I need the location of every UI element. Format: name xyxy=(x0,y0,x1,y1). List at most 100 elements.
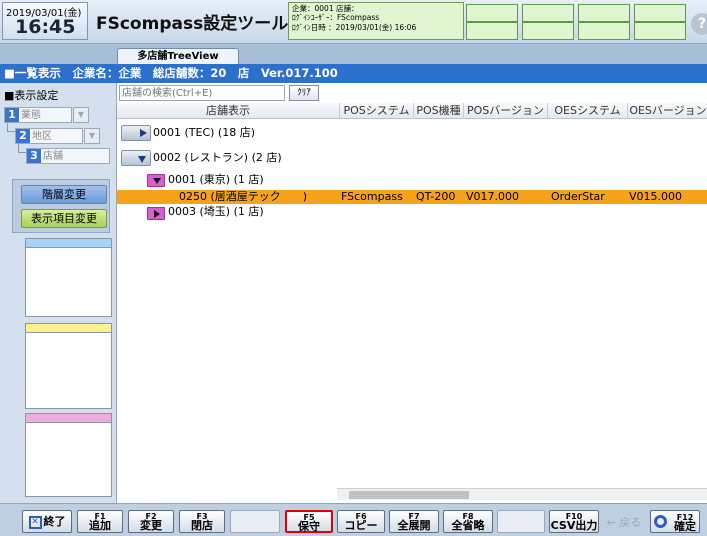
level-2-label: 地区 xyxy=(32,131,52,142)
status-cell xyxy=(578,4,630,22)
col-oes-version[interactable]: OESバージョン xyxy=(627,103,707,119)
change-columns-button[interactable]: 表示項目変更 xyxy=(21,209,107,228)
login-time-line: ﾛｸﾞｲﾝ日時 ：2019/03/01(金) 16:06 xyxy=(292,22,417,32)
status-cell xyxy=(634,22,686,40)
level-1-select[interactable]: 1 業態 ▼ xyxy=(4,107,89,123)
f12-confirm-button[interactable]: F12 確定 xyxy=(650,510,700,533)
f10-label: CSV出力 xyxy=(550,519,598,532)
store-tree-grid: ｸﾘｱ 店舗表示 POSシステム POS機種 POSバージョン OESシステム … xyxy=(116,83,707,503)
col-pos-version[interactable]: POSバージョン xyxy=(463,103,547,119)
col-store-display[interactable]: 店舗表示 xyxy=(117,103,339,119)
cell-pos-model: QT-200 xyxy=(416,190,456,203)
f2-edit-button[interactable]: F2 変更 xyxy=(128,510,174,533)
f12-label: 確定 xyxy=(674,520,696,533)
back-button[interactable]: ← 戻る xyxy=(602,510,646,533)
f1-label: 追加 xyxy=(89,519,111,532)
tree-node-label: 0003 (埼玉) (1 店) xyxy=(168,205,264,218)
tree-node-label: 0001 (TEC) (18 店) xyxy=(153,126,255,139)
col-pos-model[interactable]: POS機種 xyxy=(413,103,463,119)
expand-expanded-icon[interactable] xyxy=(121,150,151,166)
col-oes-system[interactable]: OESシステム xyxy=(547,103,627,119)
exit-label: 終了 xyxy=(43,515,66,528)
f8-collapse-all-button[interactable]: F8 全省略 xyxy=(443,510,493,533)
f1-add-button[interactable]: F1 追加 xyxy=(77,510,123,533)
cell-oes-version: V015.000 xyxy=(629,190,683,203)
exit-button[interactable]: ✕ 終了 xyxy=(22,510,72,533)
level-1-number: 1 xyxy=(5,108,19,122)
status-cell xyxy=(522,4,574,22)
status-cell xyxy=(522,22,574,40)
cell-pos-system: FScompass xyxy=(341,190,403,203)
horizontal-scrollbar[interactable] xyxy=(337,488,707,500)
tree-row[interactable]: 0001 (東京) (1 店) xyxy=(117,170,707,190)
col-pos-system[interactable]: POSシステム xyxy=(339,103,413,119)
cell-oes-system: OrderStar xyxy=(551,190,605,203)
app-title: FScompass設定ツール xyxy=(96,14,289,34)
tree-elbow-icon xyxy=(7,123,15,132)
close-icon: ✕ xyxy=(28,515,42,529)
status-cell xyxy=(466,4,518,22)
scrollbar-thumb[interactable] xyxy=(349,491,469,499)
memo-bar xyxy=(26,414,111,423)
tree-row[interactable]: 0003 (埼玉) (1 店) xyxy=(117,204,707,224)
tree-elbow-icon xyxy=(18,144,26,153)
level-1-label: 業態 xyxy=(21,110,41,121)
f8-label: 全省略 xyxy=(451,519,485,532)
f9-empty-button xyxy=(497,510,545,533)
app-header: 2019/03/01(金) 16:45 FScompass設定ツール 企業：00… xyxy=(0,0,707,44)
folder-expanded-icon[interactable] xyxy=(147,174,165,187)
session-info: 企業：0001 店舗： ﾛｸﾞｲﾝﾕｰｻﾞｰ：FScompass ﾛｸﾞｲﾝ日時… xyxy=(288,2,464,40)
level-3-select[interactable]: 3 店舗 xyxy=(26,148,110,164)
store-search-input[interactable] xyxy=(119,85,285,101)
f7-label: 全展開 xyxy=(397,519,431,532)
tree-node-label: 0001 (東京) (1 店) xyxy=(168,173,264,186)
f4-empty-button xyxy=(230,510,280,533)
f5-label: 保守 xyxy=(298,520,320,533)
f7-expand-all-button[interactable]: F7 全展開 xyxy=(389,510,439,533)
side-button-group: 階層変更 表示項目変更 xyxy=(12,179,110,233)
level-3-label: 店舗 xyxy=(43,151,63,162)
tree-row[interactable]: 0002 (レストラン) (2 店) xyxy=(117,148,707,168)
current-time: 16:45 xyxy=(15,16,76,38)
f3-label: 閉店 xyxy=(191,519,213,532)
f5-maintenance-button[interactable]: F5 保守 xyxy=(285,510,333,533)
display-settings-label: ■表示設定 xyxy=(4,89,59,102)
folder-collapsed-icon[interactable] xyxy=(147,207,165,220)
confirm-circle-icon xyxy=(654,515,667,528)
level-3-number: 3 xyxy=(27,149,41,163)
tab-strip: 多店舗TreeView xyxy=(0,44,707,65)
expand-collapsed-icon[interactable] xyxy=(121,125,151,141)
f10-csv-export-button[interactable]: F10 CSV出力 xyxy=(549,510,599,533)
login-user-line: ﾛｸﾞｲﾝﾕｰｻﾞｰ：FScompass xyxy=(292,13,380,23)
chevron-down-icon[interactable]: ▼ xyxy=(73,107,89,123)
memo-panel-yellow[interactable] xyxy=(25,323,112,409)
function-key-bar: ✕ 終了 F1 追加 F2 変更 F3 閉店 F5 保守 F6 コピー F7 全展開 F8 全省… xyxy=(0,503,707,536)
memo-bar xyxy=(26,324,111,333)
change-hierarchy-button[interactable]: 階層変更 xyxy=(21,185,107,204)
memo-bar xyxy=(26,239,111,248)
tab-multistore-treeview[interactable]: 多店舗TreeView xyxy=(117,48,239,65)
column-header: 店舗表示 POSシステム POS機種 POSバージョン OESシステム OESバ… xyxy=(117,103,707,119)
company-store-line: 企業：0001 店舗： xyxy=(292,4,359,13)
clear-button[interactable]: ｸﾘｱ xyxy=(289,85,319,101)
cell-pos-version: V017.000 xyxy=(466,190,520,203)
summary-bar: ■一覧表示 企業名：企業 総店舗数：20 店 Ver.017.100 xyxy=(0,64,707,83)
level-2-number: 2 xyxy=(16,129,30,143)
tree-node-label: 0002 (レストラン) (2 店) xyxy=(153,151,282,164)
tree-row[interactable]: 0001 (TEC) (18 店) xyxy=(117,123,707,143)
status-cell xyxy=(466,22,518,40)
f6-label: コピー xyxy=(344,519,378,532)
help-icon[interactable]: ? xyxy=(691,13,707,35)
f3-close-store-button[interactable]: F3 閉店 xyxy=(179,510,225,533)
status-cell xyxy=(634,4,686,22)
chevron-down-icon[interactable]: ▼ xyxy=(84,128,100,144)
f6-copy-button[interactable]: F6 コピー xyxy=(337,510,385,533)
level-2-select[interactable]: 2 地区 ▼ xyxy=(15,128,100,144)
left-panel: ■表示設定 1 業態 ▼ 2 地区 ▼ 3 店舗 階層変更 表示項目変更 xyxy=(0,83,116,503)
memo-panel-blue[interactable] xyxy=(25,238,112,317)
clock-panel: 2019/03/01(金) 16:45 xyxy=(2,2,88,40)
f2-label: 変更 xyxy=(140,519,162,532)
memo-panel-pink[interactable] xyxy=(25,413,112,497)
status-cell xyxy=(578,22,630,40)
search-row: ｸﾘｱ xyxy=(117,83,707,103)
